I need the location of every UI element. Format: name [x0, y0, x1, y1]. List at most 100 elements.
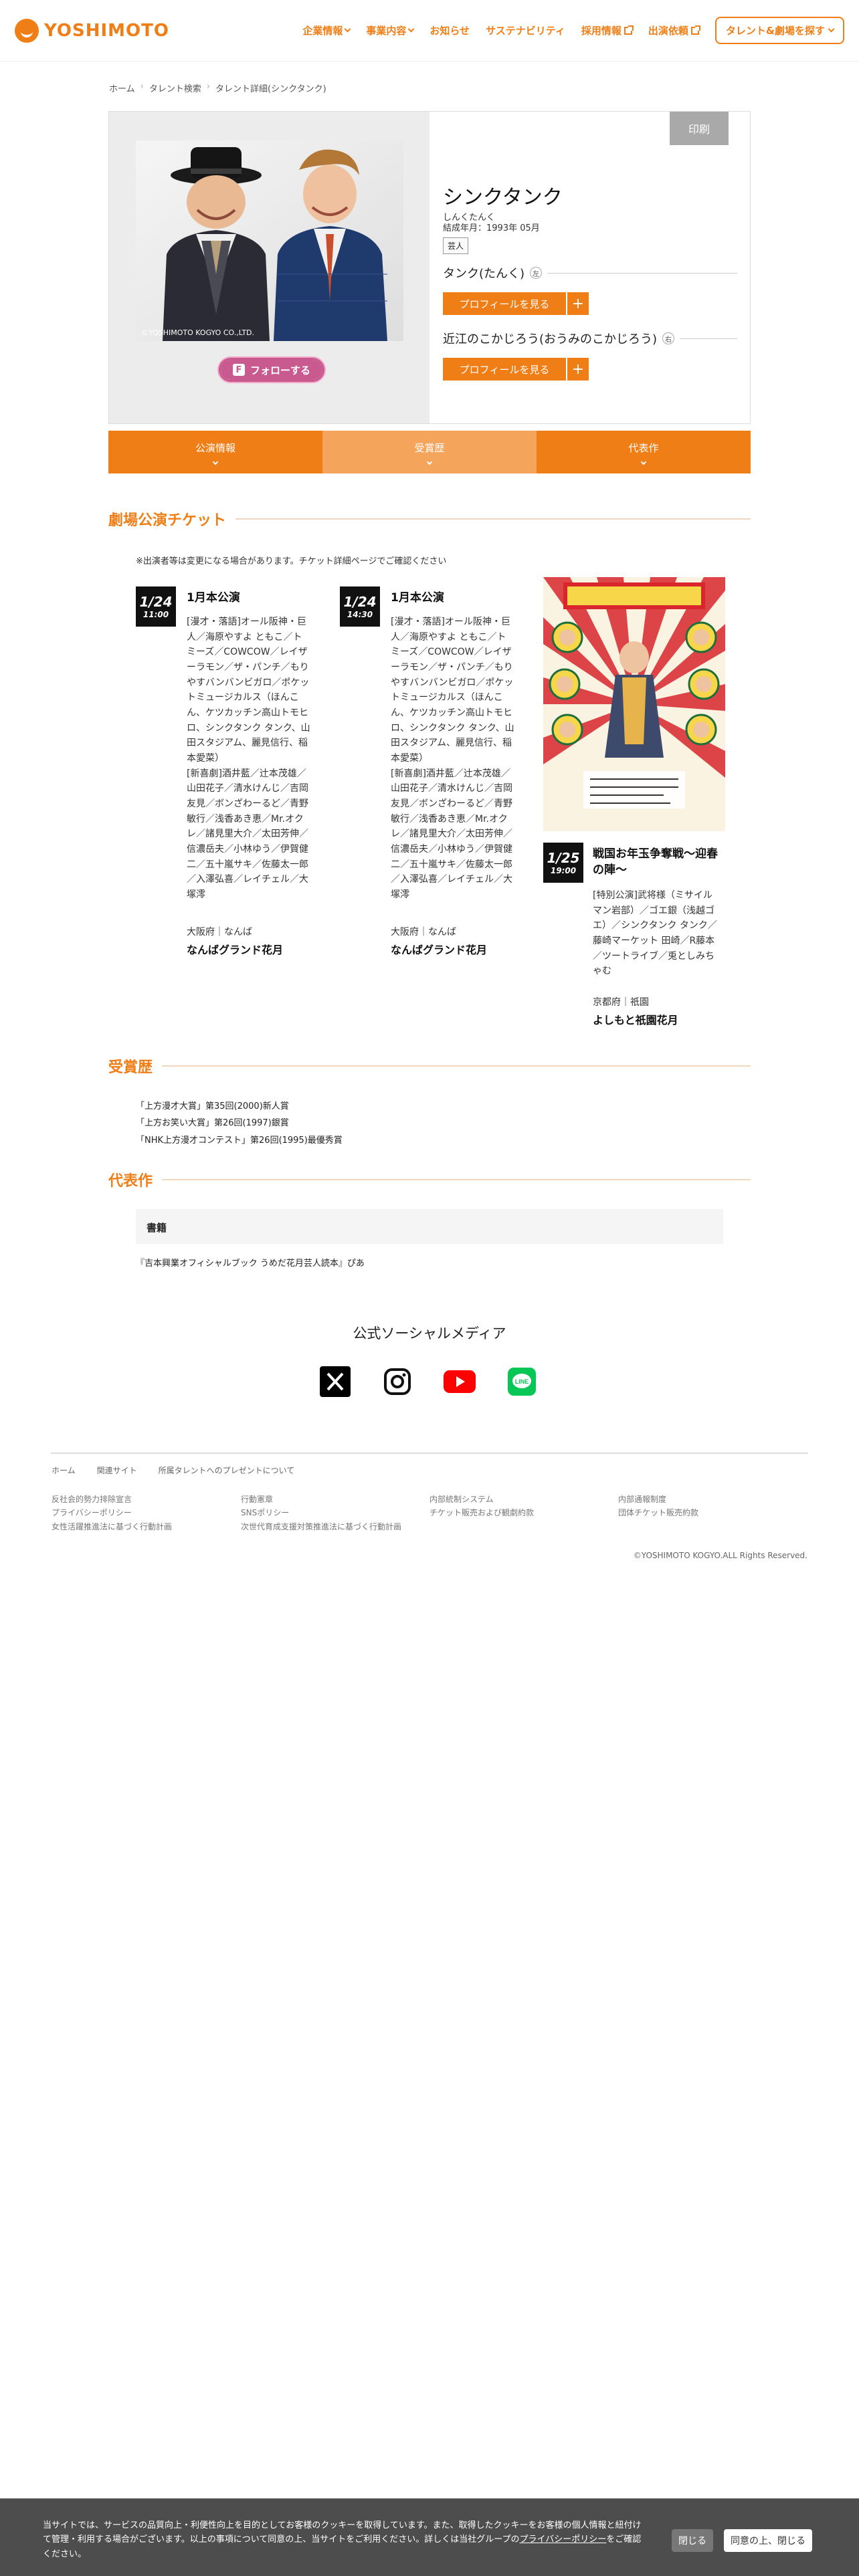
footer-link[interactable]: プライバシーポリシー: [52, 1506, 172, 1519]
works-category: 書籍: [136, 1209, 723, 1244]
talent-name: シンクタンク: [443, 186, 563, 209]
logo-mark-icon: [15, 18, 39, 43]
footer-link-home[interactable]: ホーム: [52, 1465, 76, 1476]
svg-text:LINE: LINE: [515, 1378, 529, 1385]
social-title: 公式ソーシャルメディア: [353, 1325, 506, 1341]
member-profile-button[interactable]: プロフィールを見る +: [443, 292, 589, 315]
privacy-policy-link[interactable]: プライバシーポリシー: [520, 2535, 607, 2545]
follow-f-icon: F: [232, 364, 245, 376]
instagram-icon[interactable]: [381, 1366, 413, 1398]
cookie-close-button[interactable]: 閉じる: [672, 2529, 713, 2552]
chevron-down-icon: [407, 25, 415, 33]
footer-link[interactable]: チケット販売および観劇約款: [430, 1506, 534, 1519]
follow-label: フォローする: [250, 364, 310, 377]
footer-link[interactable]: 次世代育成支援対策推進法に基づく行動計画: [241, 1520, 401, 1533]
nav-sustainability[interactable]: サステナビリティ: [486, 23, 565, 37]
duo-photo-illustration: [136, 140, 403, 341]
event-title[interactable]: 1月本公演: [187, 591, 320, 607]
tab-awards[interactable]: 受賞歴: [322, 431, 537, 473]
breadcrumb-current: タレント詳細(シンクタンク): [215, 84, 326, 94]
event-venue: よしもと祇園花月: [593, 1014, 678, 1027]
footer-link[interactable]: 反社会的勢力排除宣言: [52, 1493, 172, 1506]
footer-rule: [51, 1453, 808, 1454]
logo[interactable]: YOSHIMOTO: [15, 18, 169, 43]
tickets-heading: 劇場公演チケット: [108, 508, 751, 530]
follow-button[interactable]: F フォローする: [219, 358, 324, 382]
breadcrumb-home[interactable]: ホーム: [109, 82, 135, 94]
awards-heading: 受賞歴: [108, 1055, 751, 1077]
profile-photo: ©YOSHIMOTO KOGYO CO.,LTD.: [136, 140, 403, 341]
footer-link[interactable]: 行動憲章: [241, 1493, 401, 1506]
nav-business[interactable]: 事業内容: [366, 23, 415, 37]
profile-photo-area: ©YOSHIMOTO KOGYO CO.,LTD. F フォローする: [109, 112, 430, 423]
category-tag: 芸人: [443, 237, 469, 254]
event-venue: なんばグランド花月: [187, 944, 284, 956]
external-link-icon: [624, 25, 634, 35]
divider: [547, 272, 737, 274]
chevron-down-icon: [828, 25, 835, 33]
line-icon[interactable]: LINE: [506, 1366, 538, 1398]
print-button[interactable]: 印刷: [670, 112, 729, 145]
section-tabs: 公演情報 受賞歴 代表作: [108, 431, 751, 473]
member-row-left: タンク(たんく) 左: [443, 264, 737, 282]
event-title[interactable]: 1月本公演: [391, 591, 524, 607]
breadcrumb-separator-icon: ›: [140, 82, 144, 92]
nav-company[interactable]: 企業情報: [302, 23, 351, 37]
photo-copyright: ©YOSHIMOTO KOGYO CO.,LTD.: [141, 328, 255, 337]
cookie-banner: 当サイトでは、サービスの品質向上・利便性向上を目的としてお客様のクッキーを取得し…: [0, 2498, 859, 2576]
external-link-icon: [690, 25, 700, 35]
tab-performances[interactable]: 公演情報: [108, 431, 322, 473]
talent-search-button[interactable]: タレント&劇場を探す: [714, 17, 844, 44]
member-position-badge: 右: [662, 332, 675, 344]
section-rule: [235, 518, 751, 520]
footer-link[interactable]: 女性活躍推進法に基づく行動計画: [52, 1520, 172, 1533]
award-item: 「上方お笑い大賞」第26回(1997)銀賞: [136, 1118, 289, 1129]
event-date-badge: 1/25 19:00: [543, 843, 583, 883]
button-label: プロフィールを見る: [459, 298, 550, 310]
section-rule: [162, 1065, 751, 1067]
award-item: 「NHK上方漫才コンテスト」第26回(1995)最優秀賞: [136, 1135, 343, 1146]
poster-illustration: [543, 577, 725, 831]
nav-booking[interactable]: 出演依頼: [648, 23, 700, 37]
member-profile-button[interactable]: プロフィールを見る +: [443, 358, 589, 381]
footer-link[interactable]: 団体チケット販売約款: [618, 1506, 698, 1519]
cookie-agree-button[interactable]: 同意の上、閉じる: [724, 2529, 812, 2552]
footer-col-2: 行動憲章 SNSポリシー 次世代育成支援対策推進法に基づく行動計画: [241, 1493, 401, 1533]
member-name: タンク(たんく): [443, 267, 525, 281]
nav-news[interactable]: お知らせ: [430, 23, 470, 37]
footer-col-4: 内部通報制度 団体チケット販売約款: [618, 1493, 698, 1520]
work-item: 『吉本興業オフィシャルブック うめだ花月芸人読本』ぴあ: [136, 1259, 365, 1269]
chevron-down-icon: [640, 459, 647, 465]
event-date-badge: 1/24 14:30: [340, 586, 380, 627]
youtube-icon[interactable]: [444, 1366, 476, 1398]
member-position-badge: 左: [530, 267, 543, 279]
footer-link[interactable]: 内部統制システム: [430, 1493, 534, 1506]
award-item: 「上方漫才大賞」第35回(2000)新人賞: [136, 1101, 289, 1111]
breadcrumb-talent-search[interactable]: タレント検索: [149, 82, 201, 94]
formed-date: 結成年月：1993年 05月: [443, 223, 540, 233]
nav-recruit[interactable]: 採用情報: [581, 23, 634, 37]
copyright: ©YOSHIMOTO KOGYO.ALL Rights Reserved.: [633, 1551, 807, 1560]
member-name: 近江のこかじろう(おうみのこかじろう): [443, 332, 658, 346]
cookie-text: 当サイトでは、サービスの品質向上・利便性向上を目的としてお客様のクッキーを取得し…: [43, 2520, 642, 2559]
event-title[interactable]: 戦国お年玉争奪戦〜迎春の陣〜: [593, 847, 727, 879]
footer-link[interactable]: SNSポリシー: [241, 1506, 401, 1519]
button-label: プロフィールを見る: [459, 363, 550, 376]
event-poster-image[interactable]: [543, 577, 725, 831]
plus-icon: +: [566, 358, 589, 381]
profile-info: 印刷 シンクタンク しんくたんく 結成年月：1993年 05月 芸人 タンク(た…: [430, 112, 750, 423]
awards-list: 「上方漫才大賞」第35回(2000)新人賞 「上方お笑い大賞」第26回(1997…: [136, 1098, 343, 1149]
profile-card: ©YOSHIMOTO KOGYO CO.,LTD. F フォローする 印刷 シン…: [108, 111, 751, 424]
event-prefecture: 大阪府｜なんば: [391, 927, 456, 938]
footer-link[interactable]: 内部通報制度: [618, 1493, 698, 1506]
footer-link-related[interactable]: 関連サイト: [97, 1465, 137, 1476]
works-heading: 代表作: [108, 1169, 751, 1190]
footer-link-present[interactable]: 所属タレントへのプレゼントについて: [159, 1465, 295, 1476]
site-header: YOSHIMOTO 企業情報 事業内容 お知らせ サステナビリティ 採用情報 出…: [0, 0, 859, 62]
x-icon[interactable]: [319, 1366, 351, 1398]
divider: [680, 338, 737, 339]
breadcrumb: ホーム › タレント検索 › タレント詳細(シンクタンク): [109, 82, 859, 94]
tab-works[interactable]: 代表作: [537, 431, 751, 473]
event-description: [特別公演]武将様（ミサイルマン岩部）／ゴエ銀（浅越ゴエ）／シンクタンク タンク…: [593, 890, 717, 977]
event-description: [漫才・落語]オール阪神・巨人／海原やすよ ともこ／トミーズ／COWCOW／レイ…: [187, 617, 310, 901]
